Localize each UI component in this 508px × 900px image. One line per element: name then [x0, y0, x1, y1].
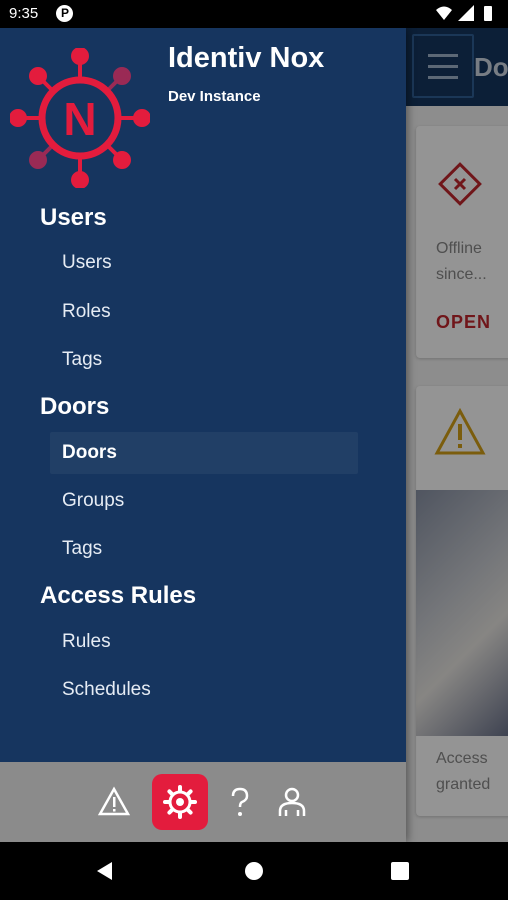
status-bar: 9:35 P [0, 0, 508, 28]
back-icon[interactable] [94, 860, 116, 882]
section-access-rules: Access Rules [40, 582, 197, 609]
recents-icon[interactable] [389, 860, 411, 882]
section-users: Users [40, 204, 107, 231]
nav-item-label: Tags [62, 349, 103, 370]
nav-item-door-tags[interactable]: Tags [50, 528, 358, 570]
user-icon [278, 787, 306, 816]
nav-item-label: Doors [62, 442, 117, 463]
nav-item-roles[interactable]: Roles [50, 291, 358, 333]
section-doors: Doors [40, 393, 110, 420]
system-nav-bar [0, 842, 508, 900]
nav-item-label: Roles [62, 301, 111, 322]
status-icons [436, 5, 492, 21]
help-button[interactable] [212, 774, 268, 830]
nav-item-rules[interactable]: Rules [50, 621, 358, 663]
drawer-toolbar [0, 762, 406, 842]
status-time: 9:35 [9, 5, 39, 22]
nav-item-schedules[interactable]: Schedules [50, 669, 358, 711]
signal-icon [458, 5, 474, 21]
app-notification-letter: P [61, 6, 70, 20]
help-icon [231, 787, 249, 816]
logo-letter: N [63, 93, 96, 145]
nav-item-label: Users [62, 252, 112, 273]
gear-icon [163, 785, 197, 819]
nav-item-groups[interactable]: Groups [50, 480, 358, 522]
nav-item-label: Groups [62, 490, 125, 511]
nav-item-doors[interactable]: Doors [50, 432, 358, 474]
app-title: Identiv Nox [168, 42, 325, 74]
identiv-logo: N [10, 48, 150, 188]
instance-subtitle: Dev Instance [168, 88, 261, 105]
wifi-icon [436, 6, 452, 20]
battery-icon [484, 6, 492, 21]
alerts-button[interactable] [86, 774, 142, 830]
nav-item-label: Tags [62, 538, 103, 559]
navigation-drawer: N Identiv Nox Dev Instance Users Users R… [0, 28, 406, 842]
app-notification-icon: P [56, 5, 73, 22]
nav-item-label: Schedules [62, 679, 151, 700]
account-button[interactable] [264, 774, 320, 830]
nav-item-label: Rules [62, 631, 111, 652]
warning-icon [97, 786, 131, 816]
home-icon[interactable] [243, 860, 265, 882]
nav-item-user-tags[interactable]: Tags [50, 339, 358, 381]
nav-item-users[interactable]: Users [50, 242, 358, 284]
settings-button[interactable] [152, 774, 208, 830]
